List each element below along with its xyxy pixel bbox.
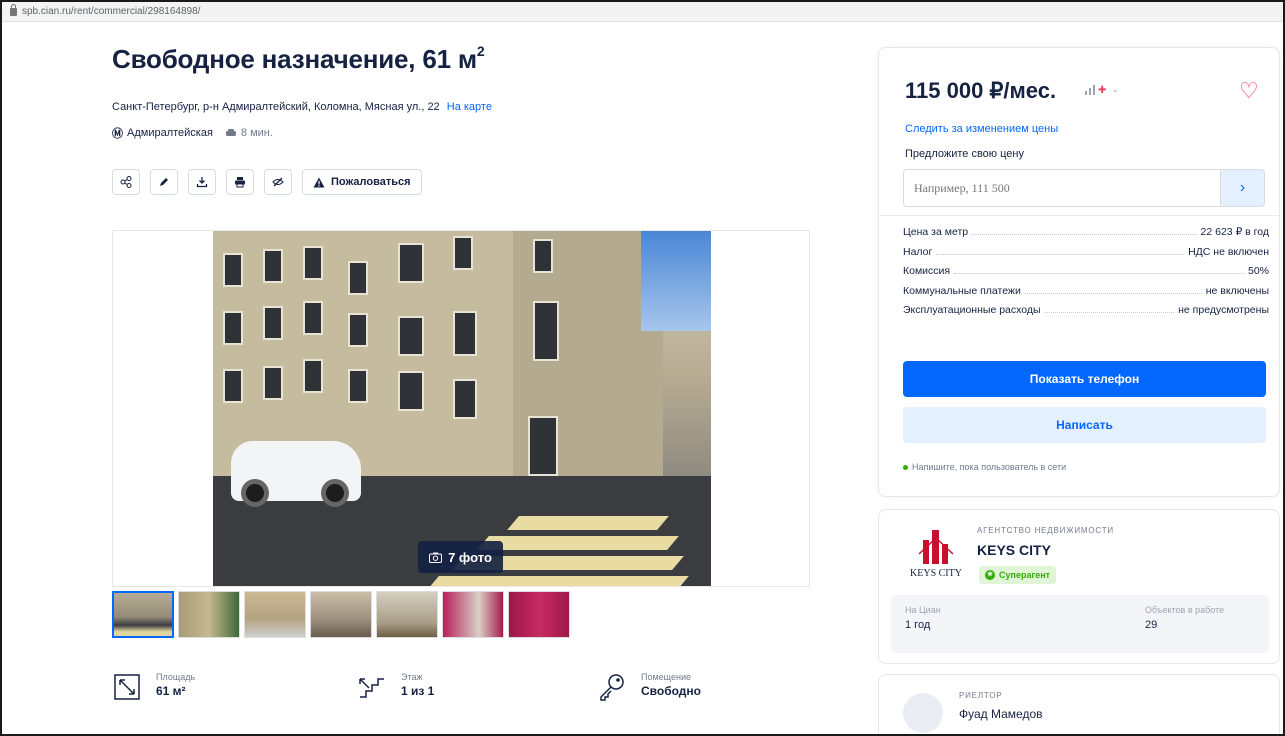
address-text: Санкт-Петербург, р-н Адмиралтейский, Кол… xyxy=(112,101,440,113)
print-button[interactable] xyxy=(226,169,254,195)
download-button[interactable] xyxy=(188,169,216,195)
complain-button[interactable]: Пожаловаться xyxy=(302,169,422,195)
metro-info: Ⓜ Адмиралтейская 8 мин. xyxy=(112,125,273,141)
online-status: Напишите, пока пользователь в сети xyxy=(903,462,1066,472)
divider xyxy=(879,215,1279,216)
chevron-right-icon: › xyxy=(1239,179,1246,196)
agency-logo: KEYS CITY xyxy=(905,524,967,582)
feature-label: Помещение xyxy=(641,672,691,682)
metro-time: 8 мин. xyxy=(240,127,273,139)
price-history-icon[interactable]: ✚ ⌄ xyxy=(1085,84,1119,96)
key-icon xyxy=(600,674,624,701)
agency-logo-text: KEYS CITY xyxy=(910,568,962,579)
show-phone-button[interactable]: Показать телефон xyxy=(903,361,1266,397)
star-icon: ★ xyxy=(985,570,995,580)
offer-price-input[interactable] xyxy=(903,169,1221,207)
page: spb.cian.ru/rent/commercial/298164898/ С… xyxy=(0,0,1285,736)
download-icon xyxy=(196,177,208,188)
feature-premises: Помещение Свободно xyxy=(597,672,701,702)
transport-time: 8 мин. xyxy=(225,127,273,139)
price-card: 115 000 ₽/мес. ✚ ⌄ ♡ Следить за изменени… xyxy=(878,47,1280,497)
agency-stats: На Циан 1 год Объектов в работе 29 xyxy=(891,595,1269,653)
feature-area: Площадь 61 м² xyxy=(112,672,195,702)
complain-label: Пожаловаться xyxy=(331,176,411,188)
feature-label: Этаж xyxy=(401,672,423,682)
detail-row: Налог НДС не включен xyxy=(903,245,1269,258)
print-icon xyxy=(235,177,245,188)
agency-stat-years: На Циан 1 год xyxy=(905,605,941,631)
thumbnail-3[interactable] xyxy=(244,591,306,638)
feature-label: Площадь xyxy=(156,672,196,682)
feature-floor: Этаж 1 из 1 xyxy=(357,672,434,702)
online-dot-icon xyxy=(903,464,908,470)
photo-gallery[interactable]: 7 фото xyxy=(112,230,810,587)
feature-value: Свободно xyxy=(641,684,701,698)
offer-price-row: › xyxy=(903,169,1265,207)
thumbnail-7[interactable] xyxy=(508,591,570,638)
photo-count-label: 7 фото xyxy=(448,549,492,565)
listing-address: Санкт-Петербург, р-н Адмиралтейский, Кол… xyxy=(112,101,492,113)
feature-value: 1 из 1 xyxy=(401,684,435,698)
online-note: Напишите, пока пользователь в сети xyxy=(912,462,1067,472)
offer-price-label: Предложите свою цену xyxy=(905,148,1024,160)
price: 115 000 ₽/мес. xyxy=(905,78,1057,103)
realtor-name[interactable]: Фуад Мамедов xyxy=(959,707,1043,721)
action-toolbar: Пожаловаться xyxy=(112,169,422,195)
edit-note-button[interactable] xyxy=(150,169,178,195)
features-row: Площадь 61 м² Этаж 1 из 1 Помещение Свободн… xyxy=(112,672,812,722)
hide-button[interactable] xyxy=(264,169,292,195)
price-details: Цена за метр 22 623 ₽ в год Налог НДС не в… xyxy=(903,226,1269,324)
thumbnail-4[interactable] xyxy=(310,591,372,638)
follow-price-link[interactable]: Следить за изменением цены xyxy=(905,123,1058,135)
camera-icon xyxy=(429,552,443,563)
realtor-card[interactable]: РИЕЛТОР Фуад Мамедов xyxy=(878,674,1280,734)
offer-submit-button[interactable]: › xyxy=(1221,169,1265,207)
detail-row: Эксплуатационные расходы не предусмотрены xyxy=(903,304,1269,316)
write-message-button[interactable]: Написать xyxy=(903,407,1266,443)
lock-icon xyxy=(10,3,17,16)
realtor-avatar xyxy=(903,693,943,733)
photo-count-badge[interactable]: 7 фото xyxy=(418,541,503,573)
thumbnail-6[interactable] xyxy=(442,591,504,638)
favorite-heart-icon[interactable]: ♡ xyxy=(1239,78,1259,104)
area-icon xyxy=(114,674,140,700)
agency-type: АГЕНТСТВО НЕДВИЖИМОСТИ xyxy=(977,526,1114,535)
hide-icon xyxy=(272,177,284,187)
browser-url-bar[interactable]: spb.cian.ru/rent/commercial/298164898/ xyxy=(2,2,1283,22)
url-text: spb.cian.ru/rent/commercial/298164898/ xyxy=(22,6,201,17)
warning-icon xyxy=(313,177,325,187)
agency-card[interactable]: KEYS CITY АГЕНТСТВО НЕДВИЖИМОСТИ KEYS CI… xyxy=(878,509,1280,664)
listing-title: Свободное назначение, 61 м2 xyxy=(112,43,485,74)
share-button[interactable] xyxy=(112,169,140,195)
thumbnail-2[interactable] xyxy=(178,591,240,638)
pencil-icon xyxy=(160,178,168,186)
thumbnail-5[interactable] xyxy=(376,591,438,638)
main-photo[interactable] xyxy=(213,231,711,586)
detail-row: Коммунальные платежи не включены xyxy=(903,284,1269,297)
share-icon xyxy=(120,176,132,188)
metro-icon: Ⓜ xyxy=(112,128,123,140)
agency-name[interactable]: KEYS CITY xyxy=(977,542,1051,558)
detail-row: Комиссия 50% xyxy=(903,265,1269,277)
car-icon xyxy=(225,129,236,136)
map-link[interactable]: На карте xyxy=(447,101,492,113)
thumbnail-strip xyxy=(112,591,570,638)
stairs-icon xyxy=(359,678,384,698)
feature-value: 61 м² xyxy=(156,684,186,698)
thumbnail-1[interactable] xyxy=(112,591,174,638)
realtor-type: РИЕЛТОР xyxy=(959,691,1003,700)
metro-station[interactable]: Адмиралтейская xyxy=(127,127,213,139)
superagent-badge: ★ Суперагент xyxy=(979,566,1057,584)
agency-stat-objects: Объектов в работе 29 xyxy=(1145,605,1225,631)
detail-row: Цена за метр 22 623 ₽ в год xyxy=(903,226,1269,238)
